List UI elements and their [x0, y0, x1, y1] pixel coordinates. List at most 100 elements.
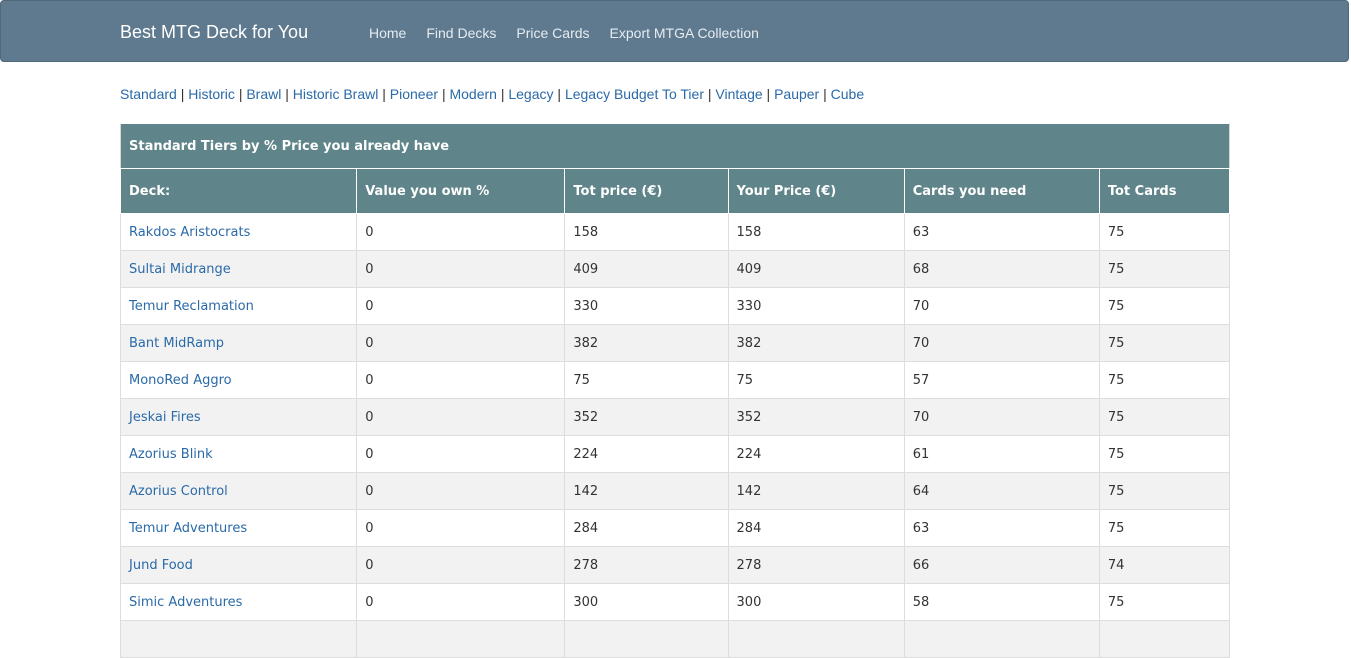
header-deck: Deck: — [119, 168, 358, 214]
tot-cards-cell: 74 — [1098, 546, 1231, 584]
your-price-cell — [727, 620, 905, 658]
format-link-legacy-budget[interactable]: Legacy Budget To Tier — [565, 86, 704, 102]
format-separator: | — [707, 86, 712, 102]
your-price-cell: 330 — [727, 287, 905, 325]
deck-cell: Jund Food — [119, 546, 358, 584]
header-cards-need: Cards you need — [903, 168, 1100, 214]
brand-link[interactable]: Best MTG Deck for You — [120, 21, 308, 43]
table-row: Sultai Midrange 0 409 409 68 75 — [119, 250, 1231, 288]
tot-price-cell: 284 — [564, 509, 729, 547]
cards-need-cell: 58 — [903, 583, 1100, 621]
tot-price-cell: 330 — [564, 287, 729, 325]
format-link-modern[interactable]: Modern — [449, 86, 496, 102]
format-link-pioneer[interactable]: Pioneer — [390, 86, 438, 102]
deck-cell: MonoRed Aggro — [119, 361, 358, 399]
tot-price-cell: 75 — [564, 361, 729, 399]
table-row — [119, 620, 1231, 658]
cards-need-cell: 57 — [903, 361, 1100, 399]
tot-cards-cell: 75 — [1098, 361, 1231, 399]
deck-link[interactable]: Bant MidRamp — [129, 336, 224, 351]
deck-cell: Rakdos Aristocrats — [119, 213, 358, 251]
value-own-cell: 0 — [356, 213, 566, 251]
format-link-historic-brawl[interactable]: Historic Brawl — [293, 86, 379, 102]
format-link-standard[interactable]: Standard — [120, 86, 177, 102]
value-own-cell: 0 — [356, 472, 566, 510]
deck-link[interactable]: Azorius Control — [129, 484, 228, 499]
deck-link[interactable]: MonoRed Aggro — [129, 373, 232, 388]
tier-table: Standard Tiers by % Price you already ha… — [119, 123, 1231, 658]
cards-need-cell: 63 — [903, 509, 1100, 547]
deck-cell: Azorius Control — [119, 472, 358, 510]
deck-link[interactable]: Azorius Blink — [129, 447, 213, 462]
cards-need-cell — [903, 620, 1100, 658]
format-link-legacy[interactable]: Legacy — [508, 86, 553, 102]
table-row: Temur Reclamation 0 330 330 70 75 — [119, 287, 1231, 325]
value-own-cell: 0 — [356, 324, 566, 362]
tot-cards-cell: 75 — [1098, 472, 1231, 510]
tot-cards-cell — [1098, 620, 1231, 658]
format-link-cube[interactable]: Cube — [831, 86, 864, 102]
tot-price-cell: 352 — [564, 398, 729, 436]
format-link-pauper[interactable]: Pauper — [774, 86, 819, 102]
header-value-own: Value you own % — [356, 168, 566, 214]
tot-price-cell: 158 — [564, 213, 729, 251]
tot-cards-cell: 75 — [1098, 250, 1231, 288]
nav-find-decks-link[interactable]: Find Decks — [426, 24, 496, 42]
format-link-historic[interactable]: Historic — [188, 86, 235, 102]
format-separator: | — [441, 86, 446, 102]
cards-need-cell: 70 — [903, 398, 1100, 436]
tot-price-cell: 224 — [564, 435, 729, 473]
value-own-cell: 0 — [356, 509, 566, 547]
value-own-cell: 0 — [356, 546, 566, 584]
nav-price-cards-link[interactable]: Price Cards — [516, 24, 589, 42]
deck-cell: Bant MidRamp — [119, 324, 358, 362]
header-tot-price: Tot price (€) — [564, 168, 729, 214]
value-own-cell: 0 — [356, 583, 566, 621]
format-link-brawl[interactable]: Brawl — [246, 86, 281, 102]
deck-link[interactable]: Temur Reclamation — [129, 299, 254, 314]
deck-link[interactable]: Jund Food — [129, 558, 193, 573]
cards-need-cell: 70 — [903, 324, 1100, 362]
deck-link[interactable]: Temur Adventures — [129, 521, 247, 536]
nav-export-mtga-link[interactable]: Export MTGA Collection — [610, 24, 759, 42]
format-separator: | — [238, 86, 243, 102]
table-caption-row: Standard Tiers by % Price you already ha… — [120, 123, 1230, 169]
header-your-price: Your Price (€) — [727, 168, 905, 214]
table-row: Bant MidRamp 0 382 382 70 75 — [119, 324, 1231, 362]
format-separator: | — [382, 86, 386, 102]
cards-need-cell: 68 — [903, 250, 1100, 288]
cards-need-cell: 64 — [903, 472, 1100, 510]
deck-cell: Temur Reclamation — [119, 287, 358, 325]
deck-link[interactable]: Jeskai Fires — [129, 410, 201, 425]
main-nav: Home Find Decks Price Cards Export MTGA … — [369, 24, 759, 42]
tot-price-cell: 142 — [564, 472, 729, 510]
your-price-cell: 75 — [727, 361, 905, 399]
table-row: Jund Food 0 278 278 66 74 — [119, 546, 1231, 584]
deck-link[interactable]: Simic Adventures — [129, 595, 242, 610]
format-link-vintage[interactable]: Vintage — [715, 86, 762, 102]
format-separator: | — [823, 86, 827, 102]
value-own-cell: 0 — [356, 250, 566, 288]
your-price-cell: 278 — [727, 546, 905, 584]
table-row: Rakdos Aristocrats 0 158 158 63 75 — [119, 213, 1231, 251]
value-own-cell: 0 — [356, 398, 566, 436]
your-price-cell: 284 — [727, 509, 905, 547]
table-caption: Standard Tiers by % Price you already ha… — [120, 123, 1230, 169]
format-separator: | — [285, 86, 289, 102]
value-own-cell — [356, 620, 566, 658]
tot-cards-cell: 75 — [1098, 398, 1231, 436]
your-price-cell: 224 — [727, 435, 905, 473]
your-price-cell: 352 — [727, 398, 905, 436]
tot-price-cell: 409 — [564, 250, 729, 288]
value-own-cell: 0 — [356, 435, 566, 473]
deck-cell: Azorius Blink — [119, 435, 358, 473]
table-row: MonoRed Aggro 0 75 75 57 75 — [119, 361, 1231, 399]
deck-link[interactable]: Rakdos Aristocrats — [129, 225, 250, 240]
deck-link[interactable]: Sultai Midrange — [129, 262, 231, 277]
table-row: Simic Adventures 0 300 300 58 75 — [119, 583, 1231, 621]
nav-home-link[interactable]: Home — [369, 24, 406, 42]
value-own-cell: 0 — [356, 361, 566, 399]
format-separator: | — [180, 86, 185, 102]
table-row: Jeskai Fires 0 352 352 70 75 — [119, 398, 1231, 436]
table-row: Azorius Blink 0 224 224 61 75 — [119, 435, 1231, 473]
